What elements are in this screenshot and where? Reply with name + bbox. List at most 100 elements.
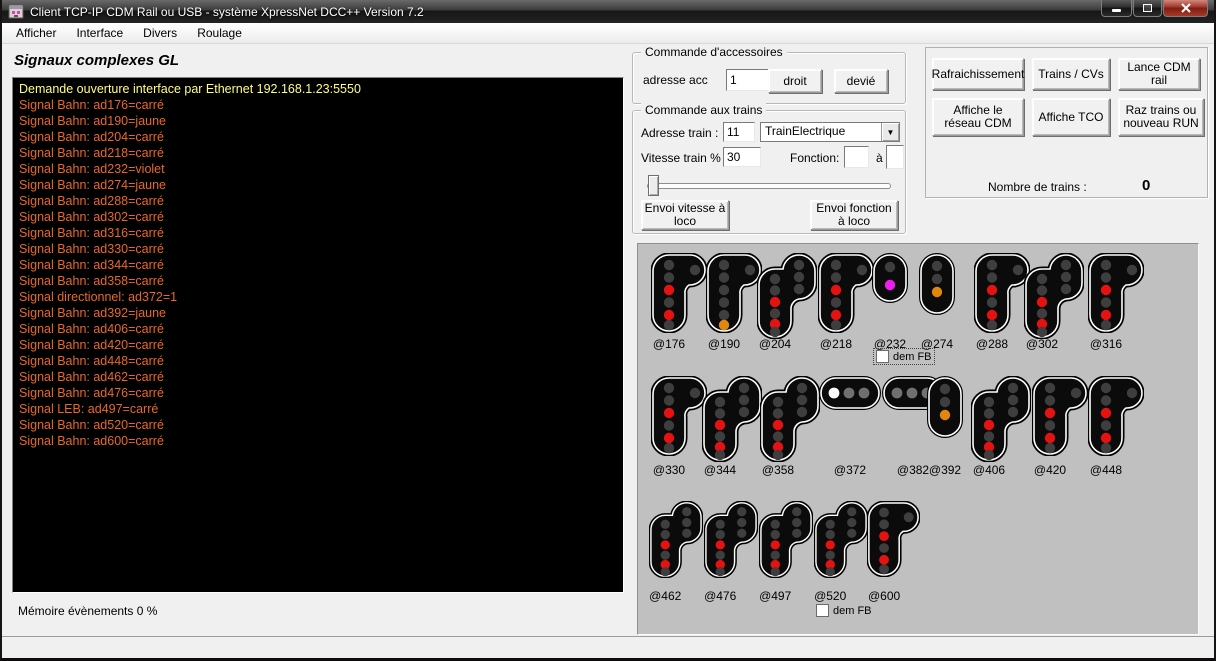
signal-graphic-462[interactable]: [649, 501, 703, 583]
console-line: Signal Bahn: ad344=carré: [19, 257, 617, 273]
console-line: Signal Bahn: ad190=jaune: [19, 113, 617, 129]
train-address-label: Adresse train :: [641, 126, 718, 140]
signal-graphic-600[interactable]: [867, 501, 920, 582]
restore-button[interactable]: [1133, 0, 1162, 17]
dem-fb-checkbox-1[interactable]: dem FB: [874, 349, 934, 364]
signal-address-label: @358: [748, 463, 808, 477]
menu-item-divers[interactable]: Divers: [133, 24, 187, 42]
console-line: Signal Bahn: ad392=jaune: [19, 305, 617, 321]
signal-address-label: @448: [1076, 463, 1136, 477]
signal-graphic-302[interactable]: [1024, 253, 1084, 344]
accessory-groupbox-title: Commande d'accessoires: [641, 45, 787, 59]
console-line: Signal Bahn: ad600=carré: [19, 433, 617, 449]
signal-graphic-358[interactable]: [760, 376, 820, 467]
signal-graphic-190[interactable]: [706, 253, 762, 338]
console-line: Signal Bahn: ad204=carré: [19, 129, 617, 145]
raz-trains-button[interactable]: Raz trains ou nouveau RUN: [1118, 98, 1204, 136]
signal-graphic-392[interactable]: [927, 376, 963, 443]
signal-address-label: @420: [1020, 463, 1080, 477]
status-strip: [2, 636, 1214, 656]
memory-status-label: Mémoire évènements 0 %: [18, 604, 157, 618]
trains-cvs-button[interactable]: Trains / CVs: [1032, 58, 1110, 90]
chevron-down-icon[interactable]: ▼: [881, 123, 899, 141]
checkbox-box[interactable]: [816, 604, 829, 617]
function-from-input[interactable]: [844, 146, 869, 168]
signal-address-label: @316: [1076, 337, 1136, 351]
signal-graphic-204[interactable]: [757, 253, 817, 344]
affiche-reseau-cdm-button[interactable]: Affiche le réseau CDM: [932, 98, 1024, 136]
minimize-icon: [1112, 9, 1121, 12]
train-speed-label: Vitesse train %: [641, 151, 721, 165]
client-area: Signaux complexes GL Demande ouverture i…: [2, 44, 1214, 636]
rafraichissement-button[interactable]: Rafraichissement: [932, 58, 1024, 90]
signal-address-label: @520: [800, 589, 860, 603]
signal-graphic-497[interactable]: [759, 501, 813, 583]
signal-address-label: @344: [690, 463, 750, 477]
signal-graphic-344[interactable]: [702, 376, 762, 467]
signal-graphic-372[interactable]: [819, 376, 881, 415]
function-label: Fonction:: [790, 151, 839, 165]
train-count-value: 0: [1142, 177, 1150, 194]
signal-graphic-520[interactable]: [814, 501, 868, 583]
signal-graphic-288[interactable]: [974, 253, 1030, 338]
to-label: à: [876, 151, 883, 165]
speed-slider-thumb[interactable]: [648, 175, 659, 196]
devie-button[interactable]: devié: [834, 69, 888, 93]
function-to-input[interactable]: [886, 145, 904, 169]
affiche-tco-button[interactable]: Affiche TCO: [1032, 98, 1110, 136]
train-address-input[interactable]: [723, 122, 755, 142]
signal-address-label: @372: [820, 463, 880, 477]
signal-address-label: @476: [690, 589, 750, 603]
console-line: Signal Bahn: ad218=carré: [19, 145, 617, 161]
console-line: Signal Bahn: ad358=carré: [19, 273, 617, 289]
console-line: Signal Bahn: ad330=carré: [19, 241, 617, 257]
console-line: Signal Bahn: ad420=carré: [19, 337, 617, 353]
lance-cdm-rail-button[interactable]: Lance CDM rail: [1118, 58, 1200, 90]
signal-address-label: @600: [854, 589, 914, 603]
title-bar: Client TCP-IP CDM Rail ou USB - système …: [2, 0, 1214, 23]
signal-address-label: @302: [1012, 337, 1072, 351]
dem-fb-checkbox-2[interactable]: dem FB: [816, 604, 872, 617]
signal-address-label: @218: [806, 337, 866, 351]
train-speed-input[interactable]: [723, 147, 761, 167]
send-function-button[interactable]: Envoi fonction à loco: [810, 200, 898, 230]
signal-panel: @176@190@204@218@232@274@288@302@316@330…: [637, 243, 1199, 635]
speed-slider-track[interactable]: [647, 183, 891, 189]
signal-graphic-448[interactable]: [1088, 376, 1144, 461]
train-select[interactable]: TrainElectrique ▼: [760, 122, 900, 142]
console-line: Signal Bahn: ad462=carré: [19, 369, 617, 385]
action-panel: Rafraichissement Trains / CVs Lance CDM …: [925, 47, 1208, 198]
checkbox-box[interactable]: [876, 350, 889, 363]
droit-button[interactable]: droit: [768, 69, 822, 93]
console-line: Signal LEB: ad497=carré: [19, 401, 617, 417]
menu-item-afficher[interactable]: Afficher: [6, 24, 66, 42]
signal-graphic-218[interactable]: [818, 253, 874, 338]
close-button[interactable]: [1163, 0, 1208, 17]
signal-address-label: @462: [635, 589, 695, 603]
signal-graphic-330[interactable]: [651, 376, 707, 461]
signal-address-label: @406: [959, 463, 1019, 477]
menu-item-interface[interactable]: Interface: [66, 24, 133, 42]
signal-graphic-476[interactable]: [704, 501, 758, 583]
console-line: Signal Bahn: ad232=violet: [19, 161, 617, 177]
page-title: Signaux complexes GL: [14, 52, 179, 69]
signal-graphic-420[interactable]: [1032, 376, 1088, 461]
signal-graphic-232[interactable]: [872, 253, 908, 308]
signal-graphic-176[interactable]: [651, 253, 707, 338]
console-line: Signal Bahn: ad288=carré: [19, 193, 617, 209]
window-title: Client TCP-IP CDM Rail ou USB - système …: [30, 5, 424, 19]
train-groupbox-title: Commande aux trains: [641, 103, 766, 117]
accessory-groupbox: Commande d'accessoires adresse acc droit…: [632, 52, 906, 104]
send-speed-button[interactable]: Envoi vitesse à loco: [641, 200, 729, 230]
console-line: Signal Bahn: ad302=carré: [19, 209, 617, 225]
menu-item-roulage[interactable]: Roulage: [187, 24, 252, 42]
signal-address-label: @204: [745, 337, 805, 351]
signal-graphic-406[interactable]: [971, 376, 1031, 467]
minimize-button[interactable]: [1101, 0, 1132, 17]
console-line: Signal Bahn: ad448=carré: [19, 353, 617, 369]
console-line: Signal Bahn: ad316=carré: [19, 225, 617, 241]
signal-graphic-274[interactable]: [919, 253, 955, 320]
checkbox-label: dem FB: [893, 351, 932, 363]
signal-graphic-316[interactable]: [1088, 253, 1144, 338]
train-count-label: Nombre de trains :: [988, 180, 1087, 194]
